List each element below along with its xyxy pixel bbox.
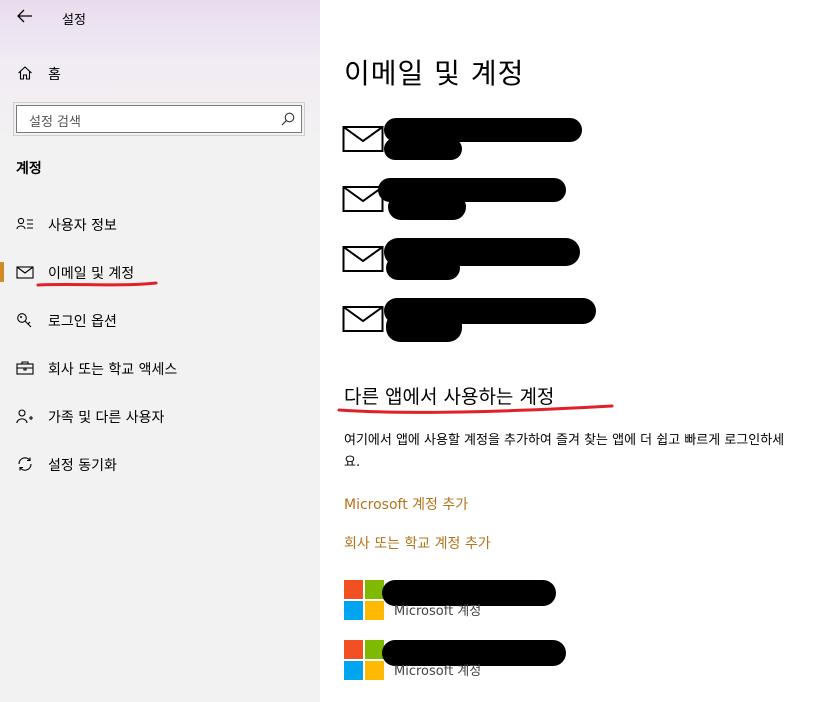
microsoft-logo-icon	[344, 580, 384, 620]
redacted-email	[386, 256, 460, 280]
add-work-school-account-link[interactable]: 회사 또는 학교 계정 추가	[344, 533, 491, 553]
account-type-label: Microsoft 계정	[394, 604, 482, 619]
person-add-icon	[16, 409, 33, 424]
sidebar-item-family-users[interactable]: 가족 및 다른 사용자	[0, 396, 320, 436]
description-text: 여기에서 앱에 사용할 계정을 추가하여 즐겨 찾는 앱에 더 쉽고 빠르게 로…	[344, 433, 785, 470]
selection-indicator	[0, 262, 4, 282]
mail-icon	[342, 246, 384, 272]
sidebar-item-home[interactable]: 홈	[0, 56, 320, 90]
sidebar-item-user-info[interactable]: 사용자 정보	[0, 204, 320, 244]
sidebar-item-label: 설정 동기화	[48, 458, 117, 474]
sidebar: 설정 홈 설정 검색 계정 사용자 정보 이메일 및 계정 로그인 옵션 회사 …	[0, 0, 320, 702]
back-button[interactable]	[14, 6, 36, 26]
mail-icon	[342, 306, 384, 332]
sidebar-item-work-school-access[interactable]: 회사 또는 학교 액세스	[0, 348, 320, 388]
app-title: 설정	[62, 13, 86, 28]
sidebar-item-label: 가족 및 다른 사용자	[48, 410, 165, 426]
add-microsoft-account-link[interactable]: Microsoft 계정 추가	[344, 494, 468, 514]
section-title: 계정	[16, 161, 42, 177]
search-icon[interactable]	[281, 112, 295, 126]
microsoft-logo-icon	[344, 640, 384, 680]
email-account-row[interactable]	[342, 178, 602, 234]
key-icon	[17, 313, 32, 328]
main-content: 이메일 및 계정 다른 앱에서 사용하는 계정 여기에서 앱에 사용할 계정을 …	[320, 0, 816, 702]
sidebar-item-label: 회사 또는 학교 액세스	[48, 362, 178, 378]
redacted-email	[386, 312, 462, 342]
home-icon	[18, 66, 32, 80]
page-title: 이메일 및 계정	[344, 57, 525, 90]
person-card-icon	[16, 217, 33, 230]
home-label: 홈	[48, 67, 61, 83]
sidebar-item-sync-settings[interactable]: 설정 동기화	[0, 444, 320, 484]
redacted-email	[384, 138, 462, 160]
red-annotation-underline	[36, 281, 158, 287]
redacted-email	[388, 194, 466, 220]
email-account-row[interactable]	[342, 118, 602, 174]
email-account-row[interactable]	[342, 238, 602, 294]
sidebar-item-label: 로그인 옵션	[48, 314, 117, 330]
microsoft-account-row[interactable]: Microsoft 계정	[344, 580, 604, 624]
sidebar-item-label: 사용자 정보	[48, 218, 117, 234]
mail-icon	[16, 266, 34, 279]
search-placeholder: 설정 검색	[29, 115, 81, 130]
email-account-row[interactable]	[342, 298, 602, 354]
red-annotation-underline	[337, 404, 614, 414]
briefcase-icon	[16, 361, 34, 375]
search-input[interactable]: 설정 검색	[13, 102, 305, 136]
mail-icon	[342, 126, 384, 152]
sidebar-item-sign-in-options[interactable]: 로그인 옵션	[0, 300, 320, 340]
back-arrow-icon	[17, 9, 32, 23]
microsoft-account-row[interactable]: Microsoft 계정	[344, 640, 604, 684]
title-bar: 설정	[0, 0, 320, 34]
account-type-label: Microsoft 계정	[394, 664, 482, 679]
sync-icon	[18, 457, 32, 471]
